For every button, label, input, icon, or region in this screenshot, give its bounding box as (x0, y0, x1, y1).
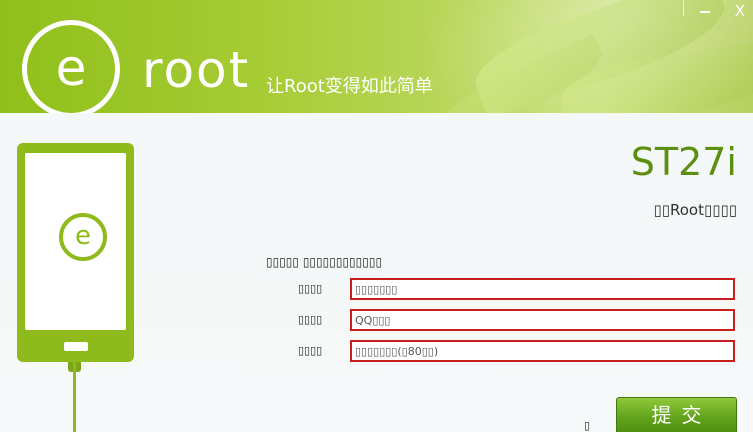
field-input-1[interactable] (350, 278, 735, 300)
small-mark: ▯ (584, 419, 591, 432)
phone-logo-letter: e (75, 221, 91, 251)
slogan: 让Root变得如此简单 (266, 76, 433, 97)
phone-cable (73, 362, 76, 432)
logo-letter: e (55, 39, 87, 97)
field-label-3: ▯▯▯▯ (298, 344, 323, 357)
form-row-2: ▯▯▯▯ (298, 309, 738, 331)
app-window: e root 让Root变得如此简单 X e ST27i ▯▯Root▯▯▯▯ … (0, 0, 753, 432)
header-banner: e root 让Root变得如此简单 X (0, 0, 753, 113)
close-button[interactable]: X (683, 0, 753, 22)
brand-name: root (142, 41, 251, 99)
phone-home-button (64, 342, 88, 351)
field-label-2: ▯▯▯▯ (298, 313, 323, 326)
field-input-3[interactable] (350, 340, 735, 362)
form-row-3: ▯▯▯▯ (298, 340, 738, 362)
form-title: ▯▯▯▯▯ ▯▯▯▯▯▯▯▯▯▯▯▯ (266, 255, 383, 269)
phone-icon: e (17, 143, 134, 362)
qq-input[interactable] (350, 309, 735, 331)
close-icon[interactable]: X (735, 3, 745, 19)
phone-screen: e (25, 153, 126, 330)
field-label-1: ▯▯▯▯ (298, 282, 323, 295)
device-subtitle: ▯▯Root▯▯▯▯ (653, 201, 737, 219)
device-model: ST27i (630, 140, 737, 184)
form-row-1: ▯▯▯▯ (298, 278, 738, 300)
submit-button[interactable]: 提交 (616, 397, 737, 432)
